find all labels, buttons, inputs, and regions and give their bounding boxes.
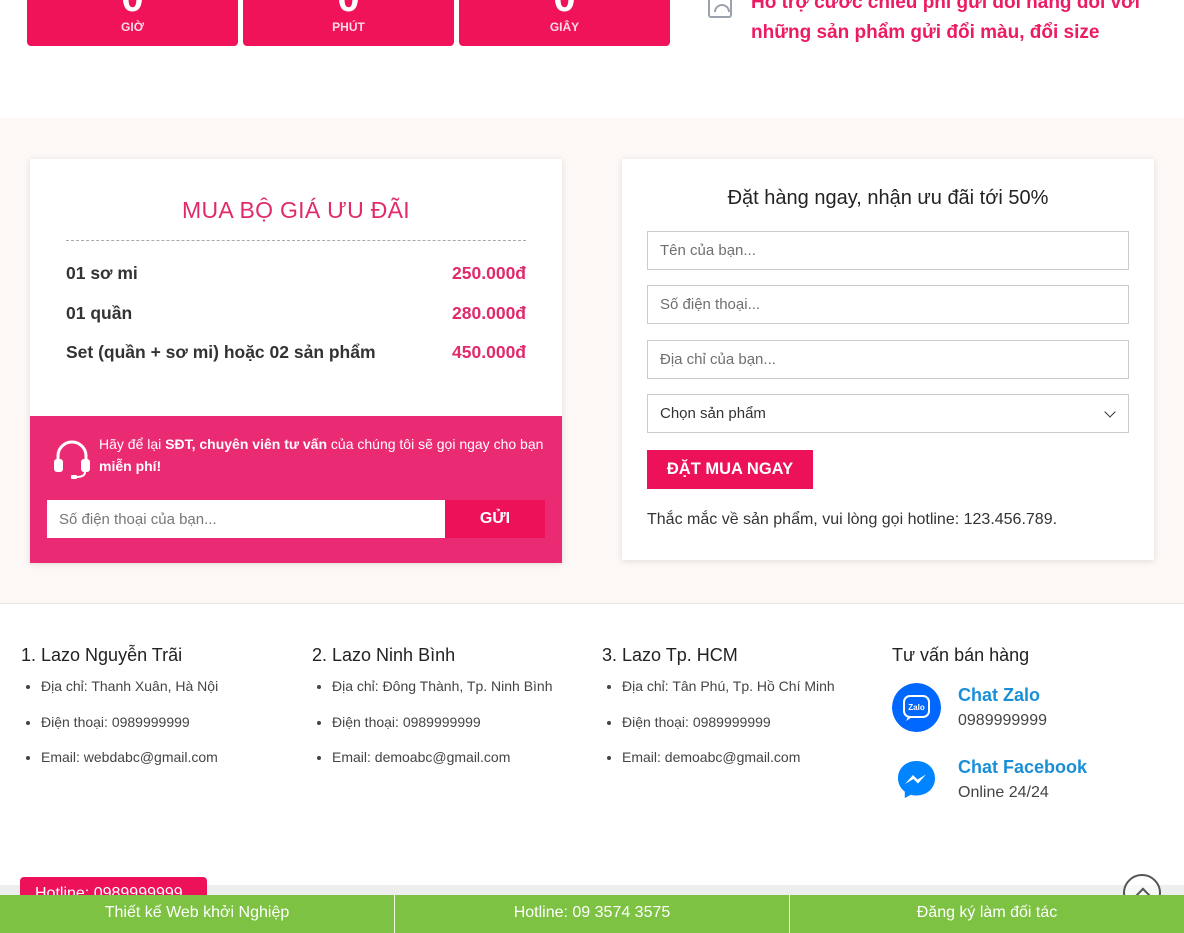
branch-address: Địa chỉ: Thanh Xuân, Hà Nội	[41, 678, 301, 714]
branch-phone: Điện thoại: 0989999999	[622, 714, 882, 750]
combo-item-name: 01 quần	[66, 303, 133, 323]
order-now-button[interactable]: ĐẶT MUA NGAY	[647, 450, 813, 489]
combo-item-price: 450.000đ	[452, 342, 526, 362]
offer-section: MUA BỘ GIÁ ƯU ĐÃI 01 sơ mi 250.000đ 01 q…	[0, 118, 1184, 604]
countdown-minutes-value: 0	[243, 0, 454, 18]
hotline-link[interactable]: Hotline: 09 3574 3575	[395, 895, 790, 933]
combo-row: 01 sơ mi 250.000đ	[66, 263, 526, 289]
footer-info: 1. Lazo Nguyễn Trãi Địa chỉ: Thanh Xuân,…	[0, 605, 1184, 885]
branch-info: 1. Lazo Nguyễn Trãi Địa chỉ: Thanh Xuân,…	[21, 645, 301, 785]
branch-email: Email: demoabc@gmail.com	[622, 749, 882, 785]
chat-facebook-link[interactable]: Chat Facebook Online 24/24	[892, 755, 1172, 805]
web-design-link[interactable]: Thiết kế Web khởi Nghiệp	[0, 895, 395, 933]
consult-title: Tư vấn bán hàng	[892, 645, 1030, 665]
countdown-seconds-value: 0	[459, 0, 670, 18]
branch-phone: Điện thoại: 0989999999	[332, 714, 592, 750]
countdown-minutes: 0 PHÚT	[243, 0, 454, 46]
branch-info: 3. Lazo Tp. HCM Địa chỉ: Tân Phú, Tp. Hồ…	[602, 645, 882, 785]
chat-zalo-label[interactable]: Chat Zalo	[958, 685, 1040, 706]
countdown-hours-value: 0	[27, 0, 238, 18]
combo-item-name: 01 sơ mi	[66, 263, 138, 283]
phone-input[interactable]	[647, 285, 1129, 324]
branch-title: 2. Lazo Ninh Bình	[312, 645, 456, 665]
name-input[interactable]	[647, 231, 1129, 270]
countdown-hours-label: GIỜ	[121, 20, 144, 34]
branch-info: 2. Lazo Ninh Bình Địa chỉ: Đông Thành, T…	[312, 645, 592, 785]
combo-row: 01 quần 280.000đ	[66, 303, 526, 329]
order-form: Đặt hàng ngay, nhận ưu đãi tới 50% Chọn …	[622, 159, 1154, 560]
hotline-note: Thắc mắc về sản phẩm, vui lòng gọi hotli…	[647, 511, 1058, 528]
chevron-down-icon	[1104, 406, 1116, 418]
combo-title: MUA BỘ GIÁ ƯU ĐÃI	[182, 197, 410, 223]
combo-card: MUA BỘ GIÁ ƯU ĐÃI 01 sơ mi 250.000đ 01 q…	[30, 159, 562, 563]
combo-item-price: 250.000đ	[452, 263, 526, 283]
callback-send-button[interactable]: GỬI	[445, 500, 545, 538]
svg-text:Zalo: Zalo	[908, 703, 925, 712]
countdown-seconds-label: GIÂY	[549, 20, 580, 34]
messenger-icon	[892, 755, 941, 804]
product-select[interactable]: Chọn sản phẩm	[647, 394, 1129, 433]
bottom-bar: Thiết kế Web khởi Nghiệp Hotline: 09 357…	[0, 895, 1184, 933]
chat-facebook-label[interactable]: Chat Facebook	[958, 757, 1087, 778]
branch-email: Email: demoabc@gmail.com	[332, 749, 592, 785]
countdown-hours: 0 GIỜ	[27, 0, 238, 46]
partner-register-link[interactable]: Đăng ký làm đối tác	[790, 895, 1184, 933]
zalo-icon: Zalo	[892, 683, 941, 732]
countdown-section: 0 GIỜ 0 PHÚT 0 GIÂY Hỗ trợ cước chiều ph…	[0, 0, 1184, 118]
chat-facebook-status: Online 24/24	[958, 784, 1049, 801]
branch-title: 3. Lazo Tp. HCM	[602, 645, 738, 665]
branch-address: Địa chỉ: Đông Thành, Tp. Ninh Bình	[332, 678, 592, 714]
branch-address: Địa chỉ: Tân Phú, Tp. Hồ Chí Minh	[622, 678, 882, 714]
countdown-seconds: 0 GIÂY	[459, 0, 670, 46]
branch-title: 1. Lazo Nguyễn Trãi	[21, 645, 183, 665]
support-text: Hỗ trợ cước chiều phí gửi đổi hàng đối v…	[751, 0, 1140, 43]
product-select-value: Chọn sản phẩm	[660, 405, 766, 422]
branch-phone: Điện thoại: 0989999999	[41, 714, 301, 750]
countdown-minutes-label: PHÚT	[332, 20, 365, 34]
combo-item-name: Set (quần + sơ mi) hoặc 02 sản phẩm	[66, 342, 376, 362]
combo-row: Set (quần + sơ mi) hoặc 02 sản phẩm 450.…	[66, 342, 526, 368]
gauge-icon	[708, 0, 732, 18]
chat-zalo-phone: 0989999999	[958, 712, 1047, 729]
chat-zalo-link[interactable]: Zalo Chat Zalo 0989999999	[892, 683, 1172, 733]
callback-panel: Hãy để lại SĐT, chuyên viên tư vấn của c…	[30, 416, 562, 563]
callback-phone-input[interactable]	[47, 500, 445, 538]
divider	[66, 240, 526, 241]
branch-email: Email: webdabc@gmail.com	[41, 749, 301, 785]
callback-text: Hãy để lại SĐT, chuyên viên tư vấn của c…	[99, 436, 544, 474]
headset-icon	[54, 440, 90, 479]
address-input[interactable]	[647, 340, 1129, 379]
order-title: Đặt hàng ngay, nhận ưu đãi tới 50%	[727, 187, 1049, 209]
combo-item-price: 280.000đ	[452, 303, 526, 323]
